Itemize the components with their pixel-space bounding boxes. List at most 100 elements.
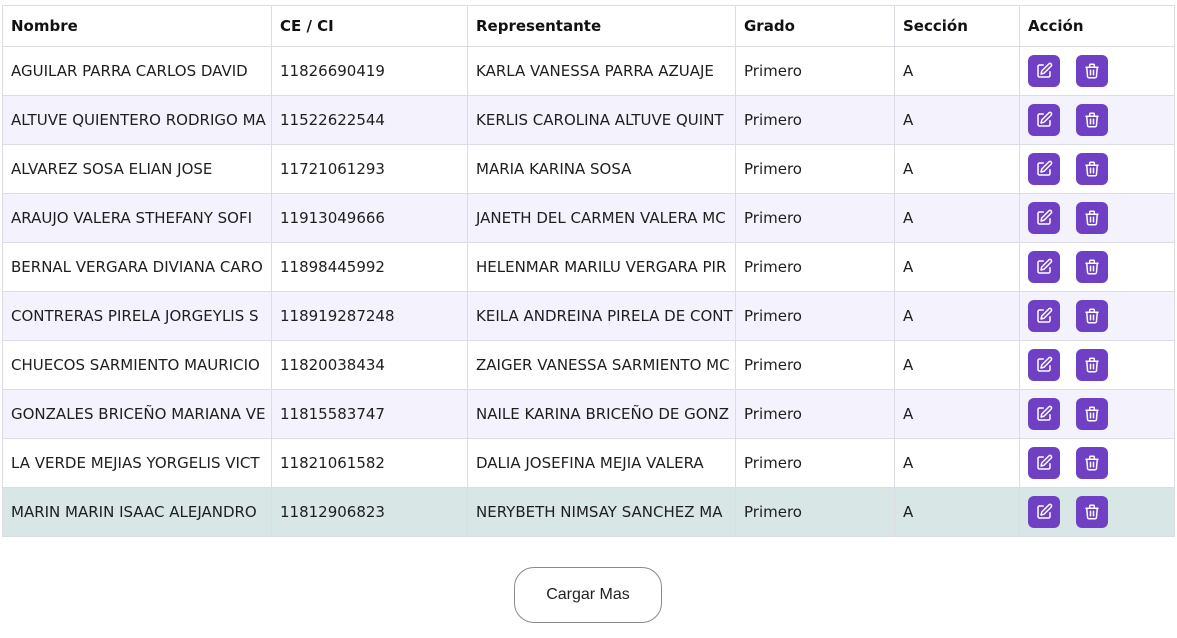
edit-button[interactable] — [1028, 55, 1060, 87]
trash-icon — [1085, 161, 1099, 177]
grade-cell: Primero — [735, 193, 895, 243]
edit-button[interactable] — [1028, 398, 1060, 430]
row-actions — [1028, 202, 1166, 234]
representative-cell: KERLIS CAROLINA ALTUVE QUINT — [467, 95, 736, 145]
section-cell: A — [894, 487, 1020, 537]
action-cell — [1019, 438, 1175, 488]
table-row[interactable]: MARIN MARIN ISAAC ALEJANDRO 11812906823 … — [2, 487, 1175, 537]
representative-cell: DALIA JOSEFINA MEJIA VALERA — [467, 438, 736, 488]
edit-button[interactable] — [1028, 251, 1060, 283]
grade-cell: Primero — [735, 242, 895, 292]
action-cell — [1019, 389, 1175, 439]
row-actions — [1028, 153, 1166, 185]
student-id-cell: 11898445992 — [271, 242, 468, 292]
student-name-cell: ARAUJO VALERA STHEFANY SOFI — [2, 193, 272, 243]
row-actions — [1028, 398, 1166, 430]
section-cell: A — [894, 144, 1020, 194]
student-name-cell: GONZALES BRICEÑO MARIANA VE — [2, 389, 272, 439]
edit-icon — [1037, 209, 1053, 225]
delete-button[interactable] — [1076, 496, 1108, 528]
delete-button[interactable] — [1076, 104, 1108, 136]
column-header-representative: Representante — [467, 5, 736, 47]
action-cell — [1019, 46, 1175, 96]
action-cell — [1019, 144, 1175, 194]
table-row[interactable]: ALTUVE QUIENTERO RODRIGO MA 11522622544 … — [2, 95, 1175, 145]
grade-cell: Primero — [735, 389, 895, 439]
action-cell — [1019, 193, 1175, 243]
edit-button[interactable] — [1028, 202, 1060, 234]
table-row[interactable]: AGUILAR PARRA CARLOS DAVID 11826690419 K… — [2, 46, 1175, 96]
student-name-cell: BERNAL VERGARA DIVIANA CARO — [2, 242, 272, 292]
section-cell: A — [894, 242, 1020, 292]
students-table: Nombre CE / CI Representante Grado Secci… — [2, 5, 1175, 537]
load-more-button[interactable]: Cargar Mas — [514, 567, 662, 623]
student-id-cell: 11913049666 — [271, 193, 468, 243]
row-actions — [1028, 55, 1166, 87]
action-cell — [1019, 340, 1175, 390]
student-name-cell: ALTUVE QUIENTERO RODRIGO MA — [2, 95, 272, 145]
edit-button[interactable] — [1028, 104, 1060, 136]
table-body: AGUILAR PARRA CARLOS DAVID 11826690419 K… — [2, 46, 1175, 537]
grade-cell: Primero — [735, 95, 895, 145]
delete-button[interactable] — [1076, 55, 1108, 87]
grade-cell: Primero — [735, 144, 895, 194]
student-id-cell: 11812906823 — [271, 487, 468, 537]
grade-cell: Primero — [735, 438, 895, 488]
student-id-cell: 11821061582 — [271, 438, 468, 488]
row-actions — [1028, 447, 1166, 479]
section-cell: A — [894, 438, 1020, 488]
edit-button[interactable] — [1028, 447, 1060, 479]
edit-icon — [1037, 405, 1053, 421]
edit-icon — [1037, 454, 1053, 470]
table-row[interactable]: ALVAREZ SOSA ELIAN JOSE 11721061293 MARI… — [2, 144, 1175, 194]
student-id-cell: 118919287248 — [271, 291, 468, 341]
delete-button[interactable] — [1076, 300, 1108, 332]
edit-icon — [1037, 258, 1053, 274]
table-row[interactable]: ARAUJO VALERA STHEFANY SOFI 11913049666 … — [2, 193, 1175, 243]
delete-button[interactable] — [1076, 398, 1108, 430]
trash-icon — [1085, 357, 1099, 373]
table-row[interactable]: CHUECOS SARMIENTO MAURICIO 11820038434 Z… — [2, 340, 1175, 390]
representative-cell: HELENMAR MARILU VERGARA PIR — [467, 242, 736, 292]
row-actions — [1028, 104, 1166, 136]
table-row[interactable]: CONTRERAS PIRELA JORGEYLIS S 11891928724… — [2, 291, 1175, 341]
trash-icon — [1085, 455, 1099, 471]
table-header-row: Nombre CE / CI Representante Grado Secci… — [2, 5, 1175, 47]
delete-button[interactable] — [1076, 251, 1108, 283]
section-cell: A — [894, 95, 1020, 145]
grade-cell: Primero — [735, 340, 895, 390]
column-header-id: CE / CI — [271, 5, 468, 47]
section-cell: A — [894, 340, 1020, 390]
delete-button[interactable] — [1076, 153, 1108, 185]
student-name-cell: CHUECOS SARMIENTO MAURICIO — [2, 340, 272, 390]
representative-cell: KARLA VANESSA PARRA AZUAJE — [467, 46, 736, 96]
edit-button[interactable] — [1028, 153, 1060, 185]
delete-button[interactable] — [1076, 202, 1108, 234]
table-row[interactable]: BERNAL VERGARA DIVIANA CARO 11898445992 … — [2, 242, 1175, 292]
table-row[interactable]: GONZALES BRICEÑO MARIANA VE 11815583747 … — [2, 389, 1175, 439]
trash-icon — [1085, 112, 1099, 128]
trash-icon — [1085, 308, 1099, 324]
row-actions — [1028, 349, 1166, 381]
representative-cell: JANETH DEL CARMEN VALERA MC — [467, 193, 736, 243]
page: Nombre CE / CI Representante Grado Secci… — [0, 0, 1177, 638]
representative-cell: ZAIGER VANESSA SARMIENTO MC — [467, 340, 736, 390]
section-cell: A — [894, 389, 1020, 439]
grade-cell: Primero — [735, 487, 895, 537]
delete-button[interactable] — [1076, 349, 1108, 381]
action-cell — [1019, 242, 1175, 292]
section-cell: A — [894, 193, 1020, 243]
action-cell — [1019, 95, 1175, 145]
representative-cell: KEILA ANDREINA PIRELA DE CONT — [467, 291, 736, 341]
edit-icon — [1037, 111, 1053, 127]
table-row[interactable]: LA VERDE MEJIAS YORGELIS VICT 1182106158… — [2, 438, 1175, 488]
trash-icon — [1085, 259, 1099, 275]
edit-button[interactable] — [1028, 349, 1060, 381]
student-name-cell: AGUILAR PARRA CARLOS DAVID — [2, 46, 272, 96]
student-id-cell: 11826690419 — [271, 46, 468, 96]
delete-button[interactable] — [1076, 447, 1108, 479]
column-header-name: Nombre — [2, 5, 272, 47]
edit-button[interactable] — [1028, 300, 1060, 332]
edit-button[interactable] — [1028, 496, 1060, 528]
student-id-cell: 11721061293 — [271, 144, 468, 194]
